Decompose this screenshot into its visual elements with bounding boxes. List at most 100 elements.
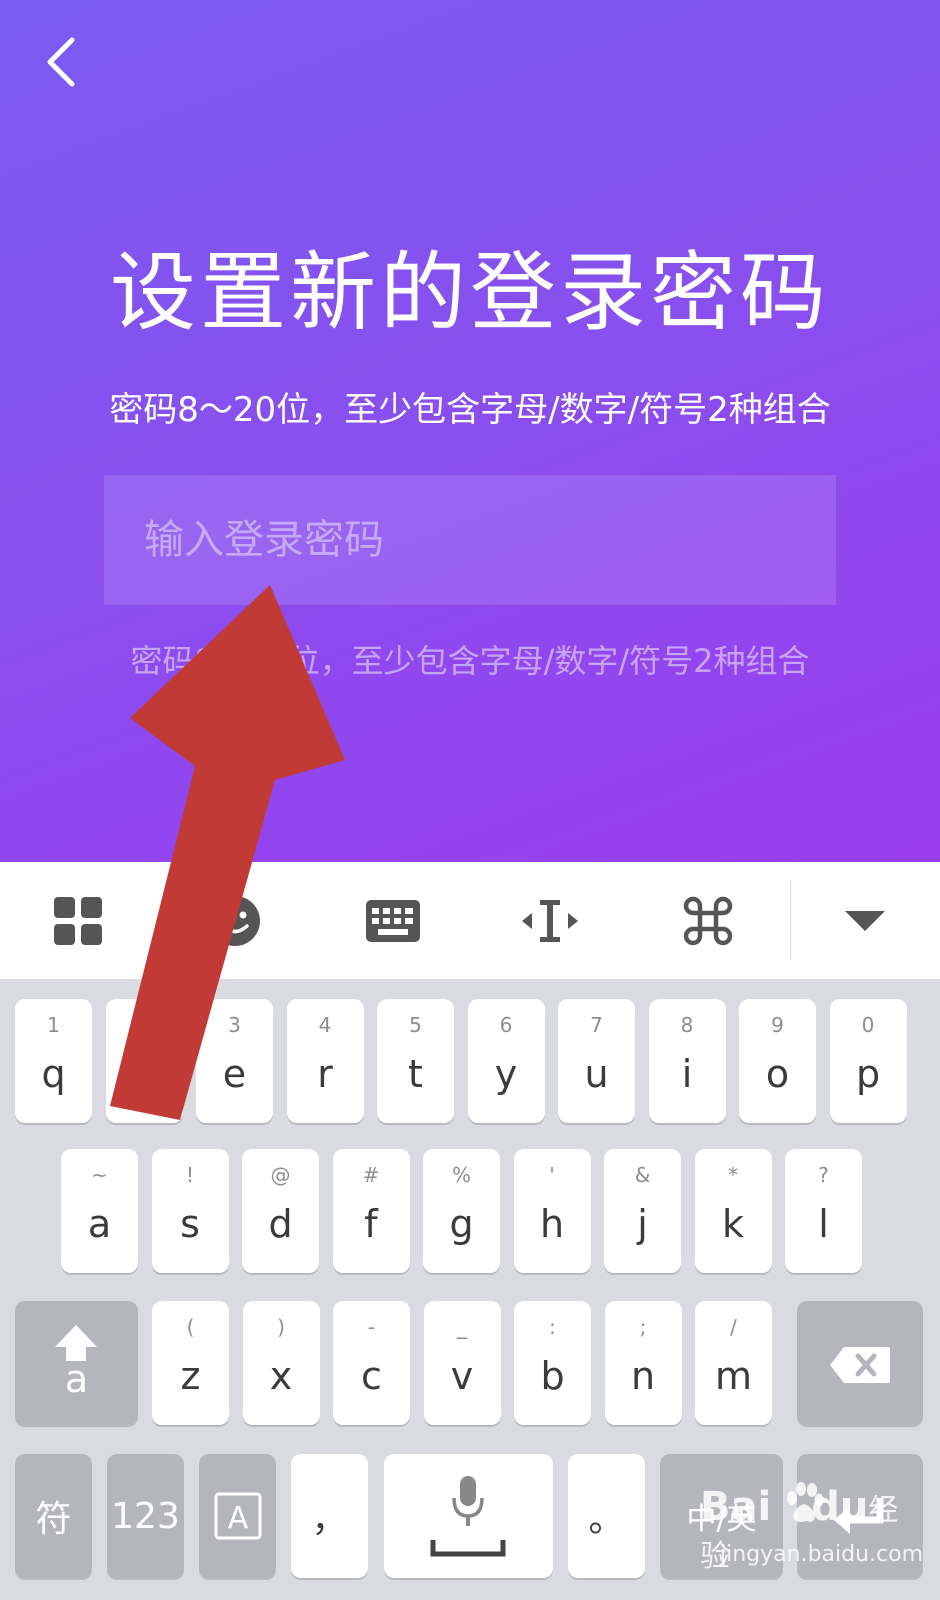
key-secondary-label: / — [730, 1315, 737, 1339]
key-primary-label: i — [681, 1052, 693, 1096]
watermark-brand-mid: du — [811, 1484, 869, 1530]
key-b[interactable]: :b — [514, 1301, 591, 1425]
key-a[interactable]: ~ a — [61, 1149, 138, 1273]
key-u[interactable]: 7u — [558, 999, 635, 1123]
key-secondary-label: 7 — [590, 1013, 603, 1037]
key-primary-label: e — [222, 1052, 247, 1096]
key-y[interactable]: 6y — [467, 999, 545, 1123]
key-secondary-label: ) — [277, 1315, 285, 1339]
key-secondary-label: 9 — [771, 1013, 784, 1037]
key-primary-label: q — [41, 1052, 66, 1096]
number-key[interactable]: 123 — [107, 1454, 184, 1578]
key-n[interactable]: ; n — [604, 1301, 682, 1425]
keyboard-collapse-button[interactable] — [790, 862, 940, 979]
toolbar-emoji-button[interactable] — [160, 862, 310, 979]
backspace-key[interactable] — [797, 1301, 923, 1425]
key-primary-label: y — [494, 1052, 518, 1096]
microphone-icon — [452, 1476, 484, 1526]
key-primary-label: v — [450, 1354, 474, 1398]
watermark-url: jingyan.baidu.com — [720, 1542, 924, 1567]
key-primary-label: c — [361, 1354, 382, 1398]
toolbar-keyboard-button[interactable] — [318, 862, 468, 979]
comma-key-label: ， — [311, 1499, 348, 1540]
backspace-icon — [830, 1347, 890, 1383]
symbol-key[interactable]: 符 — [15, 1454, 92, 1578]
period-key[interactable]: 。 — [568, 1454, 645, 1578]
key-primary-label: x — [269, 1354, 293, 1398]
key-c[interactable]: -c — [333, 1301, 410, 1425]
key-h[interactable]: ' h — [513, 1149, 591, 1273]
toolbar-apps-button[interactable] — [3, 862, 153, 979]
key-primary-label: t — [408, 1052, 423, 1096]
key-j[interactable]: & j — [604, 1149, 681, 1273]
password-hint: 密码8～20位，至少包含字母/数字/符号2种组合 — [130, 642, 810, 680]
key-w[interactable]: 2w — [105, 999, 183, 1123]
space-key[interactable] — [384, 1454, 553, 1578]
key-i[interactable]: 8i — [648, 999, 726, 1123]
key-primary-label: b — [540, 1354, 565, 1398]
key-k[interactable]: * k — [694, 1149, 772, 1273]
key-l[interactable]: ? l — [785, 1149, 862, 1273]
key-secondary-label: & — [634, 1163, 651, 1187]
grid-apps-icon — [54, 896, 102, 945]
comma-key[interactable]: ， — [291, 1454, 368, 1578]
key-f[interactable]: # f — [332, 1149, 410, 1273]
key-primary-label: w — [128, 1052, 160, 1096]
key-s[interactable]: ! s — [151, 1149, 229, 1273]
key-d[interactable]: @ d — [242, 1149, 319, 1273]
key-r[interactable]: 4r — [286, 999, 364, 1123]
key-p[interactable]: 0p — [829, 999, 907, 1123]
key-primary-label: p — [855, 1052, 881, 1096]
period-key-label: 。 — [588, 1499, 625, 1540]
text-edit-key[interactable]: A — [199, 1454, 276, 1578]
key-secondary-label: 0 — [861, 1013, 875, 1037]
toolbar-command-button[interactable] — [633, 862, 783, 979]
back-button[interactable] — [38, 32, 88, 92]
number-key-label: 123 — [111, 1495, 180, 1537]
key-secondary-label: ! — [185, 1163, 195, 1187]
key-q[interactable]: 1q — [15, 999, 92, 1123]
key-secondary-label: ' — [549, 1163, 555, 1187]
key-g[interactable]: % g — [423, 1149, 500, 1273]
key-secondary-label: 5 — [409, 1013, 422, 1037]
key-primary-label: h — [539, 1202, 565, 1246]
space-bar-icon — [430, 1540, 506, 1557]
collapse-down-icon — [845, 910, 885, 931]
watermark-brand: Bai — [700, 1484, 772, 1530]
key-m[interactable]: / m — [695, 1301, 772, 1425]
svg-text:A: A — [227, 1501, 248, 1536]
key-v[interactable]: _ v — [423, 1301, 501, 1425]
key-z[interactable]: (z — [152, 1301, 229, 1425]
key-primary-label: o — [765, 1052, 790, 1096]
toolbar-cursor-button[interactable] — [475, 862, 625, 979]
key-e[interactable]: 3e — [196, 999, 273, 1123]
key-o[interactable]: 9o — [739, 999, 816, 1123]
emoji-icon — [210, 895, 260, 946]
key-secondary-label: # — [362, 1163, 380, 1187]
text-edit-icon: A — [214, 1492, 261, 1540]
key-t[interactable]: 5t — [377, 999, 454, 1123]
key-primary-label: l — [818, 1202, 829, 1246]
chevron-left-icon — [47, 37, 75, 87]
key-secondary-label: 1 — [47, 1013, 60, 1037]
key-primary-label: n — [630, 1354, 656, 1398]
key-primary-label: u — [584, 1052, 609, 1096]
key-x[interactable]: ) x — [242, 1301, 320, 1425]
key-primary-label: s — [180, 1202, 200, 1246]
keyboard-icon — [366, 899, 420, 942]
cursor-move-icon — [522, 899, 578, 942]
key-primary-label: m — [714, 1354, 753, 1398]
password-input[interactable] — [104, 475, 836, 605]
symbol-key-label: 符 — [35, 1499, 72, 1540]
key-primary-label: k — [721, 1202, 744, 1246]
password-rule-subtitle: 密码8～20位，至少包含字母/数字/符号2种组合 — [109, 390, 831, 430]
key-secondary-label: % — [451, 1163, 471, 1187]
header-hero: 设置新的登录密码 密码8～20位，至少包含字母/数字/符号2种组合 密码8～20… — [0, 0, 940, 862]
key-secondary-label: ; — [639, 1315, 647, 1339]
shift-key[interactable]: a — [15, 1301, 138, 1425]
key-primary-label: j — [637, 1202, 648, 1246]
shift-key-label: a — [64, 1357, 89, 1401]
key-primary-label: g — [449, 1202, 474, 1246]
key-primary-label: a — [87, 1202, 112, 1246]
command-icon — [683, 896, 733, 945]
